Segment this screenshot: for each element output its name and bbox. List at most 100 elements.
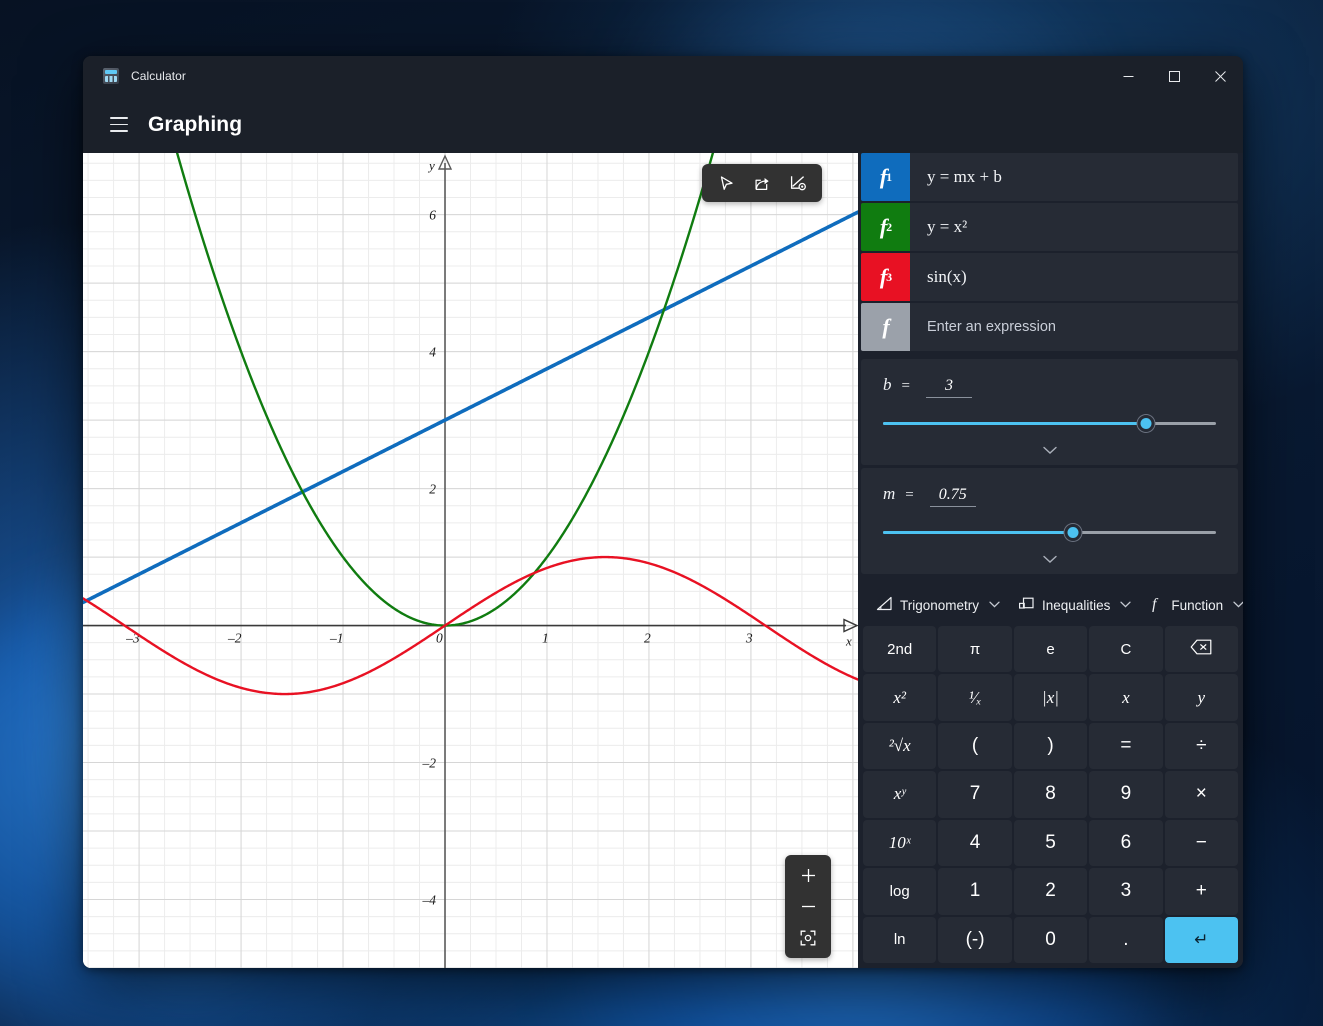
key-label: 9 <box>1121 783 1132 805</box>
graph-settings-icon[interactable] <box>780 168 816 198</box>
x-tick-label: –1 <box>329 631 344 646</box>
key-label: (-) <box>966 929 985 951</box>
key-label: ln <box>894 931 906 948</box>
key-label: y <box>1198 688 1206 708</box>
variable-value-input[interactable]: 3 <box>926 377 972 398</box>
second-key[interactable]: 2nd <box>863 626 936 672</box>
share-icon[interactable] <box>744 168 780 198</box>
chevron-down-icon[interactable] <box>989 600 1000 611</box>
three-key[interactable]: 3 <box>1089 868 1162 914</box>
variable-value-input[interactable]: 0.75 <box>930 486 976 507</box>
equation-row[interactable]: f1y = mx + b <box>861 153 1238 201</box>
divide-key[interactable]: ÷ <box>1165 723 1238 769</box>
zoom-in-button[interactable] <box>789 860 827 891</box>
enter-key[interactable]: ↵ <box>1165 917 1238 963</box>
ten-power-x-key[interactable]: 10ˣ <box>863 820 936 866</box>
keypad-category-inequalities[interactable]: Inequalities <box>1009 590 1140 620</box>
graph-canvas[interactable]: –3–2–10123–4–2246 x y <box>83 153 858 968</box>
keypad-category-trigonometry[interactable]: Trigonometry <box>867 590 1009 620</box>
variable-slider-m[interactable] <box>883 520 1216 546</box>
key-label: 2nd <box>887 641 912 658</box>
title-bar[interactable]: Calculator <box>83 56 1243 96</box>
key-label: x <box>1122 688 1130 708</box>
equation-badge-f1[interactable]: f1 <box>861 153 910 201</box>
y-tick-label: 4 <box>429 345 436 360</box>
two-key[interactable]: 2 <box>1014 868 1087 914</box>
hamburger-menu-icon[interactable] <box>100 108 138 142</box>
reciprocal-key[interactable]: ¹⁄ₓ <box>938 674 1011 720</box>
variable-slider-b[interactable] <box>883 411 1216 437</box>
keypad-category-function[interactable]: fFunction <box>1140 589 1243 621</box>
backspace-key[interactable] <box>1165 626 1238 672</box>
chevron-down-icon[interactable] <box>883 548 1216 570</box>
one-key[interactable]: 1 <box>938 868 1011 914</box>
six-key[interactable]: 6 <box>1089 820 1162 866</box>
hamburger-line <box>110 124 128 126</box>
chevron-down-icon[interactable] <box>1233 600 1243 611</box>
equation-expression[interactable]: y = mx + b <box>910 153 1238 201</box>
nine-key[interactable]: 9 <box>1089 771 1162 817</box>
trace-pointer-icon[interactable] <box>708 168 744 198</box>
slider-thumb[interactable] <box>1138 415 1155 432</box>
zoom-out-button[interactable] <box>789 891 827 922</box>
x-squared-key[interactable]: x² <box>863 674 936 720</box>
keypad-category-label: Trigonometry <box>900 598 979 613</box>
key-label: 8 <box>1045 783 1056 805</box>
ln-key[interactable]: ln <box>863 917 936 963</box>
zero-key[interactable]: 0 <box>1014 917 1087 963</box>
window-controls <box>1105 56 1243 96</box>
x-tick-label: 2 <box>644 631 651 646</box>
four-key[interactable]: 4 <box>938 820 1011 866</box>
equation-badge-f[interactable]: f <box>861 303 910 351</box>
absolute-value-key[interactable]: |x| <box>1014 674 1087 720</box>
equation-expression[interactable]: sin(x) <box>910 253 1238 301</box>
minus-key[interactable]: − <box>1165 820 1238 866</box>
slider-fill <box>883 531 1073 534</box>
app-body: –3–2–10123–4–2246 x y <box>83 153 1243 968</box>
right-paren-key[interactable]: ) <box>1014 723 1087 769</box>
expression-placeholder[interactable]: Enter an expression <box>910 303 1238 351</box>
key-label: 0 <box>1045 929 1056 951</box>
maximize-button[interactable] <box>1151 56 1197 96</box>
slider-thumb[interactable] <box>1064 524 1081 541</box>
decimal-key[interactable]: . <box>1089 917 1162 963</box>
multiply-key[interactable]: × <box>1165 771 1238 817</box>
equation-expression[interactable]: y = x² <box>910 203 1238 251</box>
variable-equals: = <box>902 378 910 395</box>
left-paren-key[interactable]: ( <box>938 723 1011 769</box>
minimize-button[interactable] <box>1105 56 1151 96</box>
plus-key[interactable]: + <box>1165 868 1238 914</box>
key-label: π <box>970 641 980 658</box>
graph-plot: –3–2–10123–4–2246 x y <box>83 153 858 968</box>
equals-key[interactable]: = <box>1089 723 1162 769</box>
chevron-down-icon[interactable] <box>1120 600 1131 611</box>
close-button[interactable] <box>1197 56 1243 96</box>
seven-key[interactable]: 7 <box>938 771 1011 817</box>
five-key[interactable]: 5 <box>1014 820 1087 866</box>
log-key[interactable]: log <box>863 868 936 914</box>
equation-row[interactable]: fEnter an expression <box>861 303 1238 351</box>
inequalities-icon <box>1018 596 1035 614</box>
key-label: 1 <box>970 880 981 902</box>
key-label: + <box>1196 880 1207 902</box>
eight-key[interactable]: 8 <box>1014 771 1087 817</box>
square-root-key[interactable]: ²√x <box>863 723 936 769</box>
negate-key[interactable]: (-) <box>938 917 1011 963</box>
x-variable-key[interactable]: x <box>1089 674 1162 720</box>
chevron-down-icon[interactable] <box>883 439 1216 461</box>
key-label: 5 <box>1045 832 1056 854</box>
equation-row[interactable]: f3sin(x) <box>861 253 1238 301</box>
x-to-y-key[interactable]: xʸ <box>863 771 936 817</box>
clear-key[interactable]: C <box>1089 626 1162 672</box>
euler-key[interactable]: e <box>1014 626 1087 672</box>
keypad-category-label: Inequalities <box>1042 598 1110 613</box>
slider-fill <box>883 422 1146 425</box>
key-label: x² <box>893 688 906 708</box>
y-tick-label: –4 <box>422 893 437 908</box>
equation-row[interactable]: f2y = x² <box>861 203 1238 251</box>
reset-view-icon[interactable] <box>789 922 827 953</box>
equation-badge-f3[interactable]: f3 <box>861 253 910 301</box>
pi-key[interactable]: π <box>938 626 1011 672</box>
equation-badge-f2[interactable]: f2 <box>861 203 910 251</box>
y-variable-key[interactable]: y <box>1165 674 1238 720</box>
